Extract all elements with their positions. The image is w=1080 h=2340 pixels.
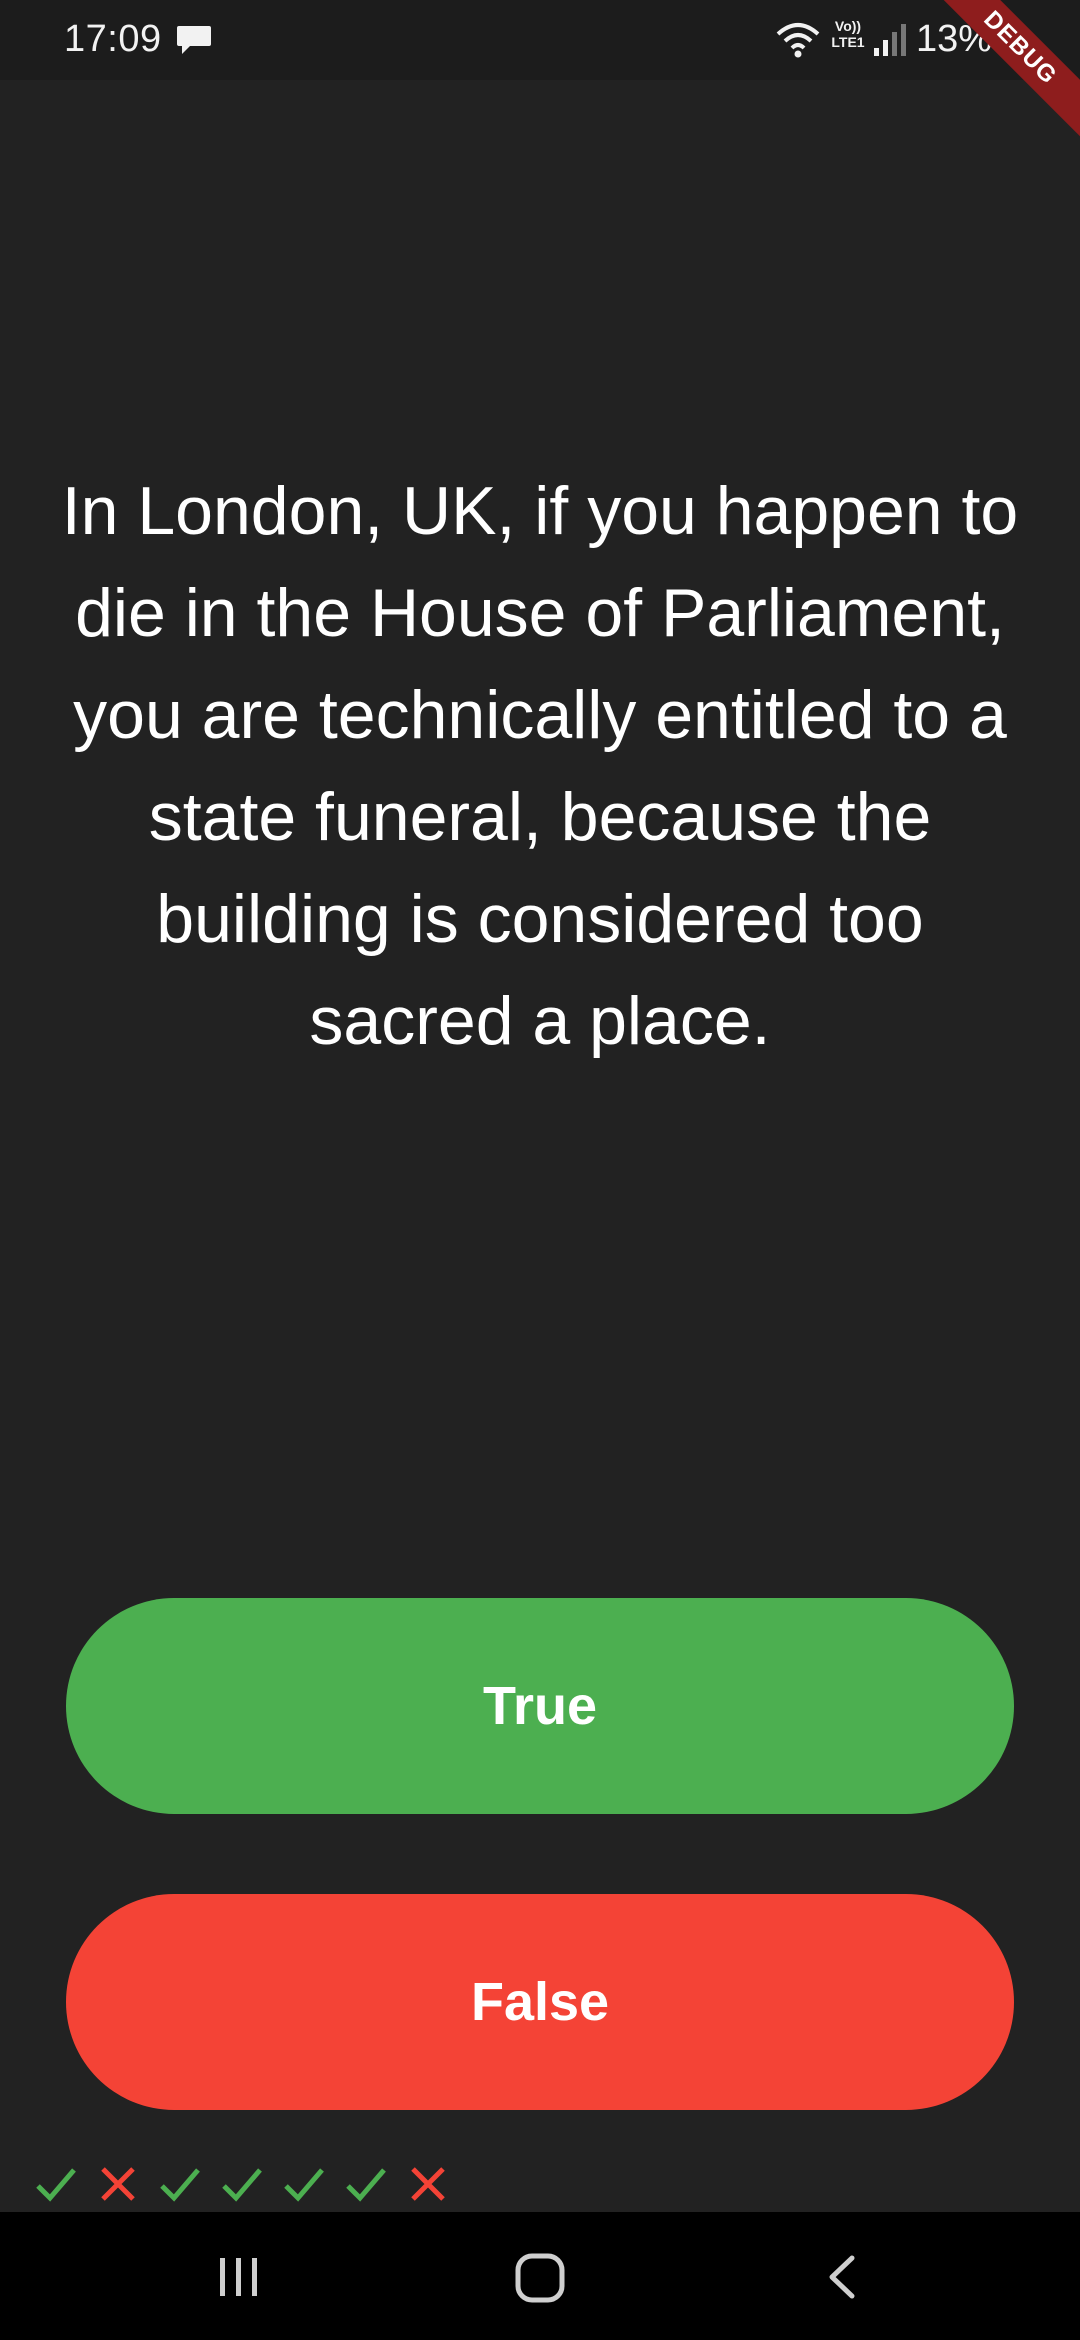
check-icon: [222, 2168, 262, 2202]
check-icon: [346, 2168, 386, 2202]
check-icon: [284, 2168, 324, 2202]
back-icon[interactable]: [822, 2252, 862, 2302]
signal-icon: [874, 24, 906, 56]
home-icon[interactable]: [514, 2252, 566, 2304]
check-icon: [36, 2168, 76, 2202]
check-icon: [160, 2168, 200, 2202]
close-icon: [411, 2167, 445, 2201]
score-keeper: [32, 2160, 452, 2208]
message-icon: [177, 26, 211, 54]
wifi-icon: [776, 23, 820, 58]
status-time: 17:09: [64, 18, 162, 60]
close-icon: [101, 2167, 135, 2201]
status-bar: 17:09 Vo)) LTE1 13%: [0, 0, 1080, 80]
false-button[interactable]: False: [66, 1894, 1014, 2110]
quiz-screen: 17:09 Vo)) LTE1 13% DEBUG In London, UK,…: [0, 0, 1080, 2340]
question-text: In London, UK, if you happen to die in t…: [61, 473, 1019, 1059]
lte-icon: Vo)) LTE1: [831, 18, 865, 50]
true-button[interactable]: True: [66, 1598, 1014, 1814]
navigation-bar: [0, 2212, 1080, 2340]
recents-icon[interactable]: [214, 2252, 264, 2302]
